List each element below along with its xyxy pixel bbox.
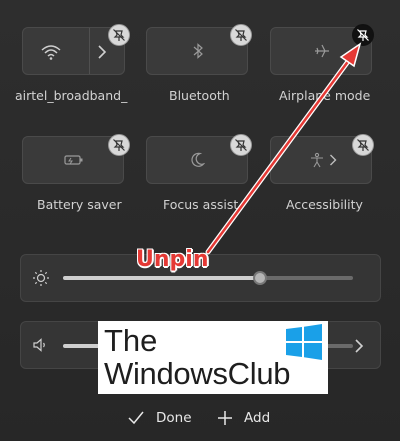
- speaker-icon: [33, 338, 45, 352]
- unpin-icon: [113, 29, 125, 41]
- brightness-icon: [33, 270, 49, 286]
- battery-saver-icon: [64, 155, 83, 165]
- unpin-battery-saver-button[interactable]: [108, 134, 130, 156]
- wifi-label: airtel_broadband_: [15, 88, 128, 103]
- chevron-right-icon[interactable]: [354, 339, 364, 353]
- watermark-line2: WindowsClub: [104, 356, 291, 391]
- add-label: Add: [244, 410, 271, 426]
- checkmark-icon: [128, 411, 144, 425]
- unpin-wifi-button[interactable]: [108, 24, 130, 46]
- done-label: Done: [156, 410, 192, 426]
- airplane-mode-label: Airplane mode: [279, 88, 371, 103]
- accessibility-label: Accessibility: [286, 197, 363, 212]
- unpin-focus-assist-button[interactable]: [230, 134, 252, 156]
- unpin-icon: [113, 139, 125, 151]
- moon-icon: [191, 152, 205, 167]
- unpin-icon: [235, 29, 247, 41]
- accessibility-icon: [311, 152, 323, 168]
- unpin-icon: [357, 139, 369, 151]
- battery-saver-label: Battery saver: [37, 197, 122, 212]
- plus-icon: [218, 411, 232, 425]
- watermark-line1: The: [104, 323, 158, 358]
- chevron-right-icon[interactable]: [329, 154, 337, 166]
- bluetooth-label: Bluetooth: [169, 88, 230, 103]
- focus-assist-label: Focus assist: [163, 197, 239, 212]
- brightness-thumb[interactable]: [253, 271, 268, 285]
- brightness-track[interactable]: [63, 276, 353, 280]
- watermark-logo: The WindowsClub: [98, 321, 328, 394]
- add-button[interactable]: Add: [218, 402, 278, 434]
- unpin-bluetooth-button[interactable]: [230, 24, 252, 46]
- done-button[interactable]: Done: [128, 402, 198, 434]
- airplane-icon: [315, 44, 329, 58]
- unpin-icon: [235, 139, 247, 151]
- unpin-annotation-label: Unpin: [136, 247, 209, 272]
- wifi-toggle[interactable]: [23, 28, 90, 74]
- wifi-icon: [41, 45, 61, 60]
- bluetooth-icon: [193, 43, 203, 59]
- chevron-right-icon[interactable]: [97, 45, 107, 59]
- unpin-icon: [357, 29, 369, 41]
- quick-settings-panel: airtel_broadband_ Bluetooth Airplane mod…: [0, 0, 400, 441]
- unpin-airplane-mode-button[interactable]: [352, 24, 374, 46]
- windows-logo-icon: [286, 324, 322, 360]
- unpin-accessibility-button[interactable]: [352, 134, 374, 156]
